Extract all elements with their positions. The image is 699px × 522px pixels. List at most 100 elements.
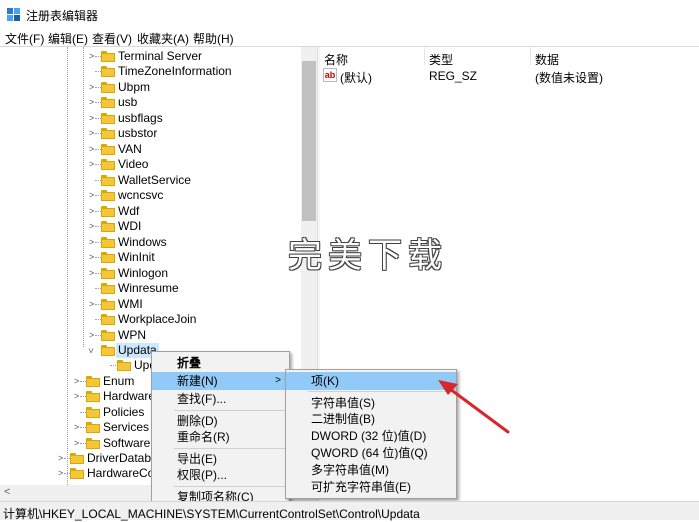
folder-icon	[86, 376, 100, 387]
tree-item-label: HardwareCon	[87, 466, 162, 480]
chevron-right-icon: >	[58, 453, 64, 463]
tree-item[interactable]: > Winlogon	[0, 266, 300, 281]
tree-item-label: Winlogon	[118, 266, 169, 280]
tree-item[interactable]: WalletService	[0, 173, 300, 188]
tree-item[interactable]: > WMI	[0, 297, 300, 312]
tree-item-label: WPN	[118, 328, 146, 342]
tree-item-label: usbstor	[118, 126, 158, 140]
tree-item-label: WorkplaceJoin	[118, 312, 197, 326]
tree-scrollbar-thumb[interactable]	[302, 61, 316, 221]
menu-bar: 文件(F) 编辑(E) 查看(V) 收藏夹(A) 帮助(H)	[0, 28, 699, 46]
tree-item[interactable]: > wcncsvc	[0, 188, 300, 203]
tree-item-label: Software	[103, 436, 151, 450]
folder-icon	[117, 360, 131, 371]
window-title: 注册表编辑器	[26, 9, 99, 23]
tree-item-label: Wdf	[118, 204, 140, 218]
value-name[interactable]: (默认)	[340, 69, 372, 86]
column-header-type[interactable]: 类型	[429, 51, 453, 68]
tree-item[interactable]: > Windows	[0, 235, 300, 250]
folder-icon	[101, 97, 115, 108]
chevron-right-icon: >	[89, 128, 95, 138]
folder-icon	[101, 128, 115, 139]
folder-icon	[101, 82, 115, 93]
menu-edit[interactable]: 编辑(E)	[48, 30, 88, 47]
tree-item-label: WMI	[118, 297, 143, 311]
chevron-down-icon: >	[86, 347, 97, 354]
menu-item-new-qword[interactable]: QWORD (64 位)值(Q)	[286, 444, 456, 462]
tree-item[interactable]: > Ubpm	[0, 80, 300, 95]
folder-icon	[86, 391, 100, 402]
tree-item-label: WalletService	[118, 173, 191, 187]
menu-item-new-expandable-string[interactable]: 可扩充字符串值(E)	[286, 478, 456, 496]
chevron-right-icon: >	[89, 144, 95, 154]
value-type: REG_SZ	[429, 69, 478, 83]
folder-icon	[101, 175, 115, 186]
tree-item[interactable]: > WPN	[0, 328, 300, 343]
folder-icon	[86, 407, 100, 418]
tree-item[interactable]: > Video	[0, 157, 300, 172]
chevron-right-icon: >	[89, 221, 95, 231]
folder-icon	[70, 468, 84, 479]
scroll-left-icon[interactable]: <	[4, 486, 10, 498]
folder-icon	[101, 268, 115, 279]
value-data: (数值未设置)	[535, 71, 603, 85]
tree-item[interactable]: > VAN	[0, 142, 300, 157]
tree-item-label: WinInit	[118, 250, 155, 264]
menu-item-new-binary[interactable]: 二进制值(B)	[286, 410, 456, 428]
tree-item-label: wcncsvc	[118, 188, 164, 202]
menu-item-new[interactable]: 新建(N) >	[152, 372, 289, 390]
chevron-right-icon: >	[74, 391, 80, 401]
folder-icon	[101, 330, 115, 341]
folder-open-icon	[101, 345, 115, 356]
menu-item-find[interactable]: 查找(F)...	[152, 390, 289, 408]
tree-item[interactable]: TimeZoneInformation	[0, 64, 300, 79]
tree-item-label: usb	[118, 95, 138, 109]
tree-item-label: Services	[103, 420, 150, 434]
folder-icon	[101, 299, 115, 310]
chevron-right-icon: >	[89, 299, 95, 309]
tree-item-label: Enum	[103, 374, 135, 388]
menu-item-permissions[interactable]: 权限(P)...	[152, 466, 289, 484]
folder-icon	[101, 113, 115, 124]
menu-item-new-key[interactable]: 项(K)	[286, 372, 456, 390]
menu-item-new-multi-string[interactable]: 多字符串值(M)	[286, 461, 456, 479]
folder-icon	[86, 422, 100, 433]
folder-icon	[86, 438, 100, 449]
new-submenu: 项(K) 字符串值(S) 二进制值(B) DWORD (32 位)值(D) QW…	[285, 369, 457, 499]
tree-item-label: Terminal Server	[118, 49, 203, 63]
tree-item[interactable]: WorkplaceJoin	[0, 312, 300, 327]
tree-item[interactable]: > WinInit	[0, 250, 300, 265]
menu-favorites[interactable]: 收藏夹(A)	[137, 30, 189, 47]
menu-item-collapse[interactable]: 折叠	[152, 354, 289, 372]
menu-view[interactable]: 查看(V)	[92, 30, 132, 47]
tree-item-label: TimeZoneInformation	[118, 64, 232, 78]
chevron-right-icon: >	[58, 468, 64, 478]
menu-file[interactable]: 文件(F)	[5, 30, 44, 47]
status-path: 计算机\HKEY_LOCAL_MACHINE\SYSTEM\CurrentCon…	[3, 507, 420, 521]
column-header-name[interactable]: 名称	[324, 51, 348, 68]
menu-item-new-dword[interactable]: DWORD (32 位)值(D)	[286, 427, 456, 445]
chevron-right-icon: >	[89, 159, 95, 169]
folder-icon	[70, 453, 84, 464]
tree-item[interactable]: > usbstor	[0, 126, 300, 141]
tree-item-label: WDI	[118, 219, 142, 233]
menu-item-rename[interactable]: 重命名(R)	[152, 428, 289, 446]
chevron-right-icon: >	[89, 51, 95, 61]
folder-icon	[101, 221, 115, 232]
tree-item-label: Winresume	[118, 281, 179, 295]
chevron-right-icon: >	[89, 97, 95, 107]
chevron-right-icon: >	[89, 252, 95, 262]
tree-item-label: Windows	[118, 235, 167, 249]
tree-item-label: Hardware	[103, 389, 156, 403]
tree-item[interactable]: > Wdf	[0, 204, 300, 219]
column-header-data[interactable]: 数据	[535, 51, 559, 68]
tree-item[interactable]: Winresume	[0, 281, 300, 296]
menu-help[interactable]: 帮助(H)	[193, 30, 234, 47]
watermark: 完美下载	[288, 236, 448, 276]
tree-item-label: VAN	[118, 142, 142, 156]
tree-item[interactable]: > usb	[0, 95, 300, 110]
tree-item[interactable]: > usbflags	[0, 111, 300, 126]
chevron-right-icon: >	[74, 438, 80, 448]
tree-item[interactable]: > Terminal Server	[0, 49, 300, 64]
tree-item[interactable]: > WDI	[0, 219, 300, 234]
